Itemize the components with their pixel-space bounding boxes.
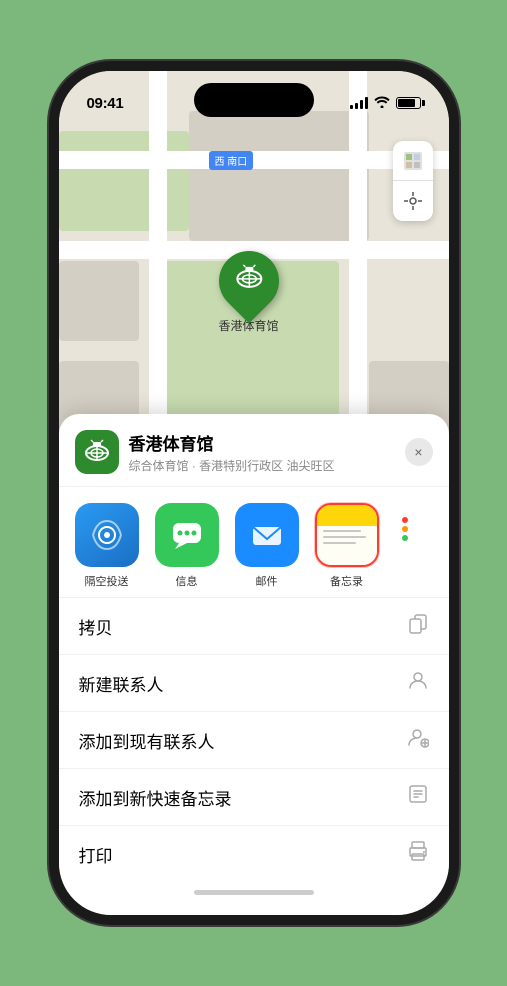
airdrop-label: 隔空投送	[85, 573, 129, 589]
map-location-button[interactable]	[393, 181, 433, 221]
map-entrance-label: 西 南口	[209, 151, 254, 170]
share-more-indicator	[391, 503, 419, 541]
mail-label: 邮件	[256, 573, 278, 589]
dynamic-island	[194, 83, 314, 117]
airdrop-icon	[75, 503, 139, 567]
mail-icon	[235, 503, 299, 567]
share-messages-item[interactable]: 信息	[151, 503, 223, 589]
add-contact-icon	[407, 726, 429, 754]
copy-action[interactable]: 拷贝	[59, 597, 449, 654]
messages-label: 信息	[176, 573, 198, 589]
quick-note-action[interactable]: 添加到新快速备忘录	[59, 768, 449, 825]
print-label: 打印	[79, 842, 113, 867]
status-time: 09:41	[87, 95, 124, 112]
venue-subtitle: 综合体育馆 · 香港特别行政区 油尖旺区	[129, 457, 405, 474]
print-action[interactable]: 打印	[59, 825, 449, 882]
wifi-icon	[374, 96, 390, 111]
notes-icon	[315, 503, 379, 567]
signal-icon	[350, 97, 368, 109]
new-contact-icon	[407, 669, 429, 697]
copy-label: 拷贝	[79, 614, 113, 639]
share-airdrop-item[interactable]: 隔空投送	[71, 503, 143, 589]
share-notes-item[interactable]: 备忘录	[311, 503, 383, 589]
messages-icon	[155, 503, 219, 567]
battery-icon	[396, 97, 421, 109]
phone-frame: 09:41	[59, 71, 449, 915]
status-icons	[350, 96, 421, 111]
print-icon	[407, 840, 429, 868]
new-contact-action[interactable]: 新建联系人	[59, 654, 449, 711]
venue-info: 香港体育馆 综合体育馆 · 香港特别行政区 油尖旺区	[129, 430, 405, 474]
new-contact-label: 新建联系人	[79, 671, 164, 696]
share-actions-row: 隔空投送 信息	[59, 487, 449, 597]
add-existing-contact-action[interactable]: 添加到现有联系人	[59, 711, 449, 768]
quick-note-label: 添加到新快速备忘录	[79, 785, 232, 810]
map-layer-button[interactable]	[393, 141, 433, 181]
notes-label: 备忘录	[330, 573, 363, 589]
venue-name: 香港体育馆	[129, 430, 405, 455]
bottom-sheet: 香港体育馆 综合体育馆 · 香港特别行政区 油尖旺区 ×	[59, 414, 449, 915]
close-button[interactable]: ×	[405, 438, 433, 466]
home-indicator	[59, 882, 449, 895]
quick-note-icon	[407, 783, 429, 811]
venue-header: 香港体育馆 综合体育馆 · 香港特别行政区 油尖旺区 ×	[59, 414, 449, 487]
map-controls	[393, 141, 433, 221]
copy-icon	[407, 612, 429, 640]
share-mail-item[interactable]: 邮件	[231, 503, 303, 589]
add-existing-label: 添加到现有联系人	[79, 728, 215, 753]
venue-pin[interactable]: 香港体育馆	[219, 251, 279, 334]
venue-icon	[75, 430, 119, 474]
